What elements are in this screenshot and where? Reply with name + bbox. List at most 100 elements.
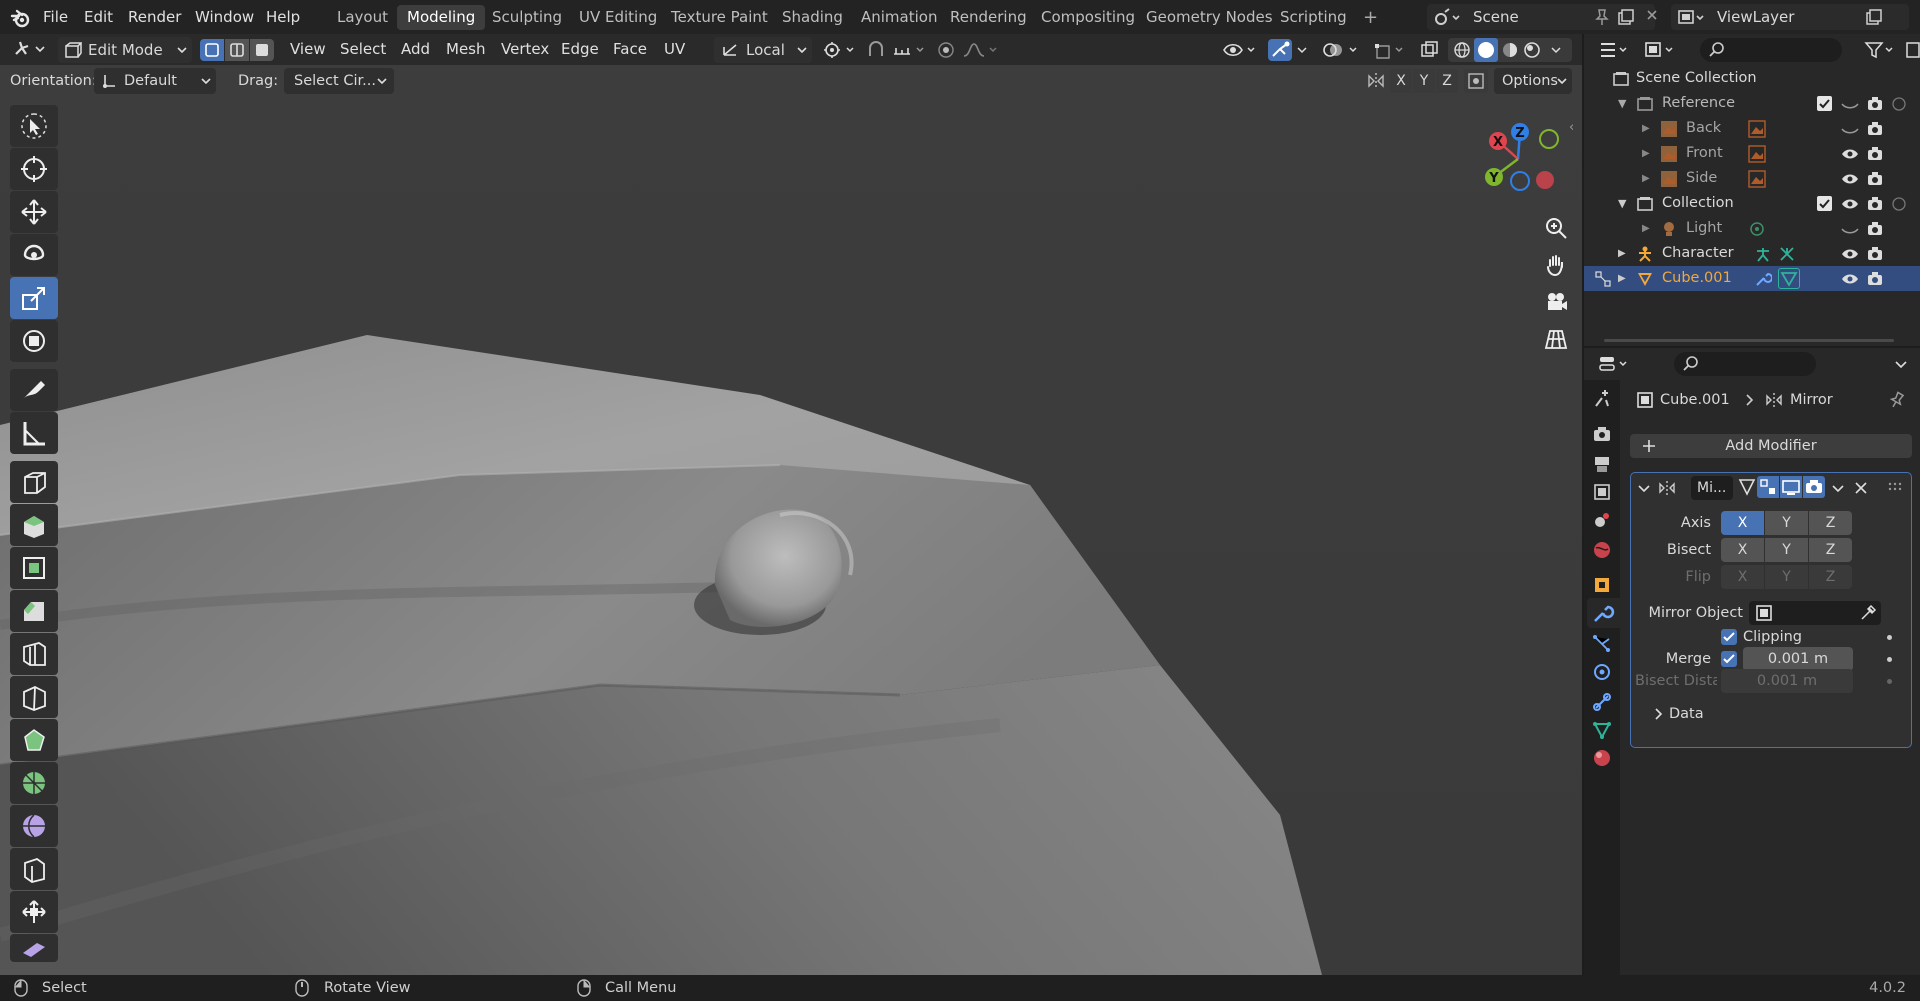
navigation-gizmo[interactable]: Z X Y: [1476, 119, 1566, 209]
object-tab-icon[interactable]: [1592, 575, 1612, 595]
data-tab-icon[interactable]: [1592, 720, 1612, 740]
drag-dropdown[interactable]: Select Cir...: [284, 68, 394, 94]
remove-modifier-icon[interactable]: [1853, 479, 1869, 497]
edge-select-icon[interactable]: [225, 39, 249, 61]
expand-right-icon[interactable]: ▶: [1618, 241, 1626, 266]
symmetry-y-toggle[interactable]: Y: [1413, 69, 1435, 93]
eye-icon[interactable]: [1840, 145, 1860, 163]
outliner-row-front[interactable]: ▶ Front: [1584, 141, 1920, 166]
menu-file[interactable]: File: [36, 0, 75, 34]
axis-x-toggle[interactable]: X: [1721, 511, 1764, 535]
new-collection-icon[interactable]: [1906, 40, 1920, 60]
camera-view-icon[interactable]: [1539, 285, 1573, 319]
exclude-checkbox[interactable]: [1817, 196, 1832, 211]
hidden-eye-icon[interactable]: [1840, 95, 1860, 113]
outliner-row-side[interactable]: ▶ Side: [1584, 166, 1920, 191]
mesh-symmetry-icon[interactable]: [1366, 71, 1386, 91]
bisect-x-toggle[interactable]: X: [1721, 538, 1764, 562]
expand-right-icon[interactable]: ▶: [1642, 216, 1650, 241]
merge-distance-field[interactable]: 0.001 m: [1743, 647, 1853, 671]
add-workspace-button[interactable]: +: [1353, 5, 1388, 30]
collapse-sidebar-icon[interactable]: ‹: [1569, 120, 1574, 135]
eye-icon[interactable]: [1840, 170, 1860, 188]
face-select-icon[interactable]: [250, 39, 274, 61]
tab-modeling[interactable]: Modeling: [397, 5, 486, 30]
outliner-row-collection[interactable]: ▼ Collection: [1584, 191, 1920, 216]
mesh-edit-overlays-icon[interactable]: [1374, 40, 1408, 60]
render-camera-icon[interactable]: [1865, 95, 1885, 113]
xray-toggle-icon[interactable]: [1420, 40, 1440, 60]
merge-checkbox[interactable]: [1721, 651, 1737, 667]
tab-animation[interactable]: Animation: [851, 5, 947, 30]
physics-tab-icon[interactable]: [1592, 662, 1612, 682]
clipping-checkbox[interactable]: [1721, 629, 1737, 645]
render-camera-icon[interactable]: [1865, 120, 1885, 138]
expand-right-icon[interactable]: ▶: [1618, 266, 1626, 291]
move-tool-icon[interactable]: [10, 191, 58, 233]
keyframe-dot-icon[interactable]: [1887, 657, 1892, 662]
snap-increment-icon[interactable]: [892, 40, 928, 60]
exclude-checkbox[interactable]: [1817, 96, 1832, 111]
edit-mode-toggle-icon[interactable]: [1757, 476, 1779, 498]
outliner-row-cube-001[interactable]: ▶ Cube.001: [1584, 266, 1920, 291]
rendered-shading-icon[interactable]: [1522, 40, 1542, 60]
render-camera-icon[interactable]: [1865, 170, 1885, 188]
tab-compositing[interactable]: Compositing: [1031, 5, 1145, 30]
transform-orientation-dropdown[interactable]: Local: [714, 37, 812, 63]
output-tab-icon[interactable]: [1592, 454, 1612, 474]
outliner-scrollbar[interactable]: [1604, 339, 1894, 342]
flip-y-toggle[interactable]: Y: [1765, 565, 1808, 589]
options-dropdown[interactable]: Options: [1494, 68, 1572, 94]
outliner-search-input[interactable]: [1700, 38, 1842, 62]
display-mode-icon[interactable]: [1644, 40, 1678, 60]
realtime-toggle-icon[interactable]: [1780, 476, 1802, 498]
eye-icon[interactable]: [1840, 195, 1860, 213]
pan-hand-icon[interactable]: [1539, 248, 1573, 282]
menu-window[interactable]: Window: [188, 0, 261, 34]
expand-right-icon[interactable]: ▶: [1642, 116, 1650, 141]
collapse-modifier-icon[interactable]: [1637, 479, 1651, 497]
tab-geometry-nodes[interactable]: Geometry Nodes: [1136, 5, 1283, 30]
pivot-point-icon[interactable]: [822, 40, 858, 60]
edge-slide-tool-icon[interactable]: [10, 848, 58, 890]
bisect-y-toggle[interactable]: Y: [1765, 538, 1808, 562]
chevron-down-icon[interactable]: [1831, 479, 1845, 497]
wireframe-shading-icon[interactable]: [1452, 40, 1472, 60]
chevron-down-icon[interactable]: [1550, 41, 1564, 59]
loop-cut-tool-icon[interactable]: [10, 633, 58, 675]
poly-build-tool-icon[interactable]: [10, 719, 58, 761]
render-camera-icon[interactable]: [1865, 270, 1885, 288]
mode-dropdown[interactable]: Edit Mode: [58, 37, 192, 63]
shear-tool-icon[interactable]: [10, 934, 58, 962]
pin-icon[interactable]: [1888, 391, 1906, 409]
render-toggle-icon[interactable]: [1803, 476, 1825, 498]
tab-texture-paint[interactable]: Texture Paint: [661, 5, 778, 30]
outliner-row-reference[interactable]: ▼ Reference: [1584, 91, 1920, 116]
add-cube-tool-icon[interactable]: [10, 461, 58, 503]
select-tool-icon[interactable]: [10, 105, 58, 147]
symmetry-x-toggle[interactable]: X: [1390, 69, 1412, 93]
render-camera-icon[interactable]: [1865, 145, 1885, 163]
eyedropper-icon[interactable]: [1859, 604, 1877, 622]
hidden-eye-icon[interactable]: [1840, 220, 1860, 238]
overlays-icon[interactable]: [1322, 40, 1362, 60]
outliner-row-light[interactable]: ▶ Light: [1584, 216, 1920, 241]
scale-tool-icon[interactable]: [10, 277, 58, 319]
modifier-name-field[interactable]: Mi...: [1691, 476, 1733, 500]
menu-face[interactable]: Face: [613, 34, 647, 65]
snap-toggle-icon[interactable]: [866, 40, 886, 60]
rotate-tool-icon[interactable]: [10, 234, 58, 276]
eye-icon[interactable]: [1840, 270, 1860, 288]
material-shading-icon[interactable]: [1500, 40, 1520, 60]
3d-viewport[interactable]: Z X Y ‹: [0, 65, 1582, 975]
extrude-tool-icon[interactable]: [10, 504, 58, 546]
chevron-down-icon[interactable]: [1296, 40, 1308, 60]
falloff-icon[interactable]: [962, 40, 1002, 60]
flip-z-toggle[interactable]: Z: [1809, 565, 1852, 589]
smooth-tool-icon[interactable]: [10, 805, 58, 847]
vertex-select-icon[interactable]: [200, 39, 224, 61]
holdout-icon[interactable]: [1890, 195, 1908, 213]
scene-selector[interactable]: Scene: [1427, 4, 1655, 30]
chevron-down-icon[interactable]: [1894, 354, 1908, 374]
properties-search-input[interactable]: [1674, 352, 1816, 376]
